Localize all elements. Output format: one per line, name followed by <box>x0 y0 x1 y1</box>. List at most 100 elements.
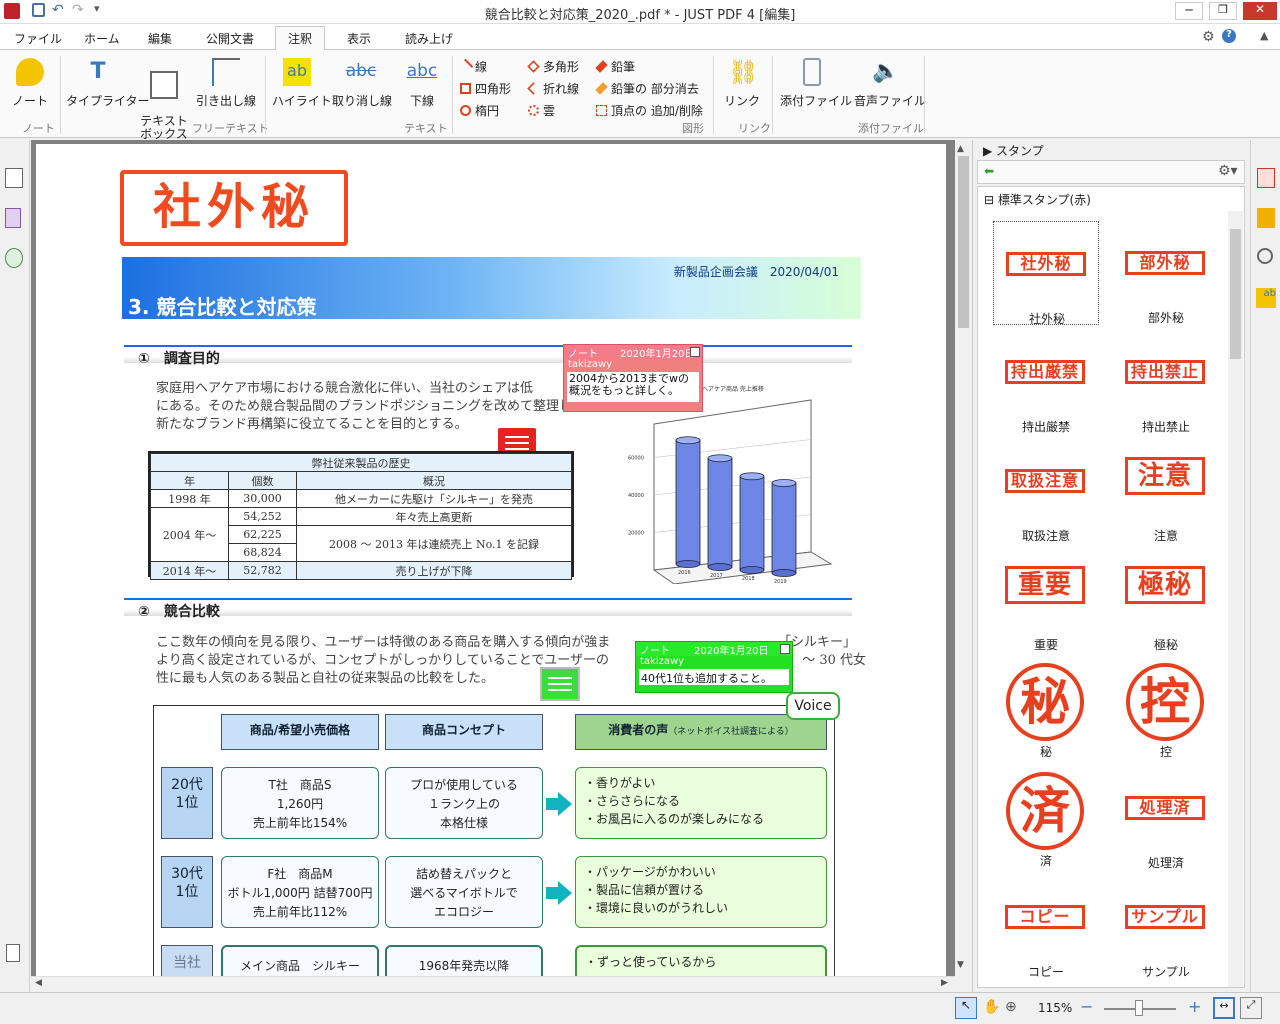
sound-file-button[interactable]: 🔈 音声ファイル <box>854 58 926 109</box>
stamp-item[interactable]: 重要 重要 <box>993 548 1099 652</box>
tab-view[interactable]: 表示 <box>347 30 371 47</box>
add-stamp-icon[interactable]: ⬅ <box>984 164 994 178</box>
zoom-out-button[interactable]: − <box>1080 997 1093 1016</box>
polygon-button[interactable]: 多角形 <box>527 58 579 75</box>
voice-annotation[interactable]: Voice <box>786 692 840 720</box>
title-bar: ↶ ↷ ▾ 競合比較と対応策_2020_.pdf * - JUST PDF 4 … <box>0 0 1280 24</box>
y-tick-label: 40000 <box>628 493 644 499</box>
ellipse-button[interactable]: 楕円 <box>460 102 499 119</box>
attach-file-button[interactable]: 添付ファイル <box>780 58 852 109</box>
thumbnails-icon[interactable] <box>5 168 23 188</box>
minimize-note-icon[interactable] <box>690 347 700 357</box>
tab-home[interactable]: ホーム <box>84 30 120 47</box>
chart-bar-base <box>707 563 733 571</box>
tab-file[interactable]: ファイル <box>14 30 62 47</box>
annotation-properties-icon[interactable]: ab <box>1256 288 1276 308</box>
select-tool-icon[interactable]: ↖ <box>955 997 977 1019</box>
table-header: 年 <box>150 471 229 490</box>
tab-edit[interactable]: 編集 <box>148 30 172 47</box>
confidential-stamp[interactable]: 社外秘 <box>120 170 348 246</box>
stamp-item[interactable]: コピー コピー <box>993 875 1099 979</box>
pencil-erase-button[interactable]: 鉛筆の 部分消去 <box>595 80 699 97</box>
callout-button[interactable]: 引き出し線 <box>196 58 256 109</box>
zoom-tool-icon[interactable]: ⊕ <box>1005 999 1017 1015</box>
vertex-edit-button[interactable]: 頂点の 追加/削除 <box>596 102 703 119</box>
settings-icon[interactable]: ⚙ <box>1202 29 1215 45</box>
minimize-note-icon[interactable] <box>780 644 790 654</box>
rectangle-icon <box>460 83 471 94</box>
zoom-slider-thumb[interactable] <box>1135 1000 1143 1016</box>
stamp-preview: 社外秘 <box>1006 252 1086 276</box>
underline-button[interactable]: abc 下線 <box>400 58 444 109</box>
note-button[interactable]: ノート <box>10 58 50 109</box>
comment-note-icon[interactable] <box>540 667 580 701</box>
link-button[interactable]: ⛓ リンク <box>722 58 762 109</box>
stamp-settings-icon[interactable]: ⚙▾ <box>1218 163 1238 179</box>
scrollbar-thumb[interactable] <box>958 156 969 328</box>
document-horizontal-scrollbar[interactable]: ◀ ▶ <box>31 976 955 992</box>
stamp-label: 済 <box>1039 854 1052 868</box>
document-view[interactable]: 社外秘 新製品企画会議 2020/04/01 3. 競合比較と対応策 ① 調査目… <box>31 140 955 976</box>
stamp-item[interactable]: 極秘 極秘 <box>1113 548 1219 652</box>
annotations-list-icon[interactable] <box>5 248 23 268</box>
line-button[interactable]: 線 <box>457 58 487 75</box>
note-popup-2[interactable]: ノート 2020年1月20日 takizawy 40代1位も追加すること。 <box>635 641 793 693</box>
zoom-in-button[interactable]: + <box>1188 997 1201 1016</box>
note-text-2[interactable]: 40代1位も追加すること。 <box>639 669 789 685</box>
y-tick-label: 20000 <box>628 531 644 537</box>
stamp-item[interactable]: 持出禁止 持出禁止 <box>1113 330 1219 434</box>
note-header: ノート 2020年1月20日 <box>636 642 792 657</box>
stamp-item[interactable]: 部外秘 部外秘 <box>1113 221 1219 325</box>
fit-page-icon[interactable]: ⤢ <box>1240 997 1262 1019</box>
typewriter-button[interactable]: T タイプライター <box>66 58 150 109</box>
stamp-item[interactable]: 秘秘 <box>993 657 1099 761</box>
document-vertical-scrollbar[interactable]: ▲ ▼ <box>955 140 972 976</box>
concept-own: 1968年発売以降 <box>385 945 543 976</box>
rectangle-button[interactable]: 四角形 <box>460 80 511 97</box>
stamp-list-scrollbar[interactable] <box>1228 211 1243 987</box>
attachments-icon[interactable] <box>6 944 20 962</box>
product-20s: T社 商品S 1,260円 売上前年比154% <box>221 767 379 839</box>
stamp-item[interactable]: 済済 <box>993 766 1099 870</box>
chart-bar-base <box>771 569 797 577</box>
stamp-item[interactable]: 取扱注意 取扱注意 <box>993 439 1099 543</box>
voice-30s: ・パッケージがかわいい ・製品に信頼が置ける ・環境に良いのがうれしい <box>575 856 827 928</box>
group-label-freetext: フリーテキスト <box>192 122 269 135</box>
cloud-button[interactable]: 雲 <box>528 102 555 119</box>
tab-read-aloud[interactable]: 読み上げ <box>405 30 453 47</box>
stamp-library-icon[interactable] <box>1257 208 1275 228</box>
hand-tool-icon[interactable]: ✋ <box>983 999 1000 1015</box>
note-text-1[interactable]: 2004から2013までwの概況をもっと詳しく。 <box>567 372 699 402</box>
divider <box>452 56 453 134</box>
close-button[interactable]: ✕ <box>1243 2 1277 20</box>
stamp-category[interactable]: ⊟ 標準スタンプ(赤) <box>984 191 1091 208</box>
stamp-tool-icon[interactable] <box>1257 168 1275 188</box>
pencil-button[interactable]: 鉛筆 <box>595 58 635 75</box>
minimize-button[interactable]: ─ <box>1175 2 1203 20</box>
scrollbar-thumb[interactable] <box>1230 229 1241 359</box>
collapse-ribbon-icon[interactable]: ▲ <box>1260 29 1268 42</box>
link-icon: ⛓ <box>728 58 759 86</box>
restore-button[interactable]: ❐ <box>1209 2 1237 20</box>
polygon-icon <box>527 60 540 73</box>
zoom-level[interactable]: 115% <box>1038 1001 1072 1015</box>
strikethrough-button[interactable]: abc 取り消し線 <box>332 58 392 109</box>
search-icon[interactable] <box>1257 248 1273 264</box>
bookmarks-icon[interactable] <box>5 208 21 228</box>
stamp-item[interactable]: 社外秘 社外秘 <box>993 221 1099 326</box>
fit-width-icon[interactable]: ↔ <box>1213 997 1235 1019</box>
stamp-item[interactable]: 注意 注意 <box>1113 439 1219 543</box>
note-popup-1[interactable]: ノート 2020年1月20日 takizawy 2004から2013までwの概況… <box>563 344 703 412</box>
stamp-item[interactable]: 処理済 処理済 <box>1113 766 1219 870</box>
textbox-button[interactable]: テキスト ボックス <box>138 58 190 141</box>
stamp-item[interactable]: 持出厳禁 持出厳禁 <box>993 330 1099 434</box>
stamp-item[interactable]: サンプル サンプル <box>1113 875 1219 979</box>
tab-annotate[interactable]: 注釈 <box>275 26 326 51</box>
polyline-button[interactable]: 折れ線 <box>527 80 579 97</box>
stamp-item[interactable]: 控控 <box>1113 657 1219 761</box>
highlight-button[interactable]: ab ハイライト <box>272 58 332 109</box>
tab-publish[interactable]: 公開文書 <box>206 30 254 47</box>
col-header-voice: 消費者の声（ネットボイス社調査による） <box>575 714 827 750</box>
help-icon[interactable]: ? <box>1222 29 1236 43</box>
stamp-panel-title[interactable]: ▶ スタンプ <box>983 142 1044 159</box>
